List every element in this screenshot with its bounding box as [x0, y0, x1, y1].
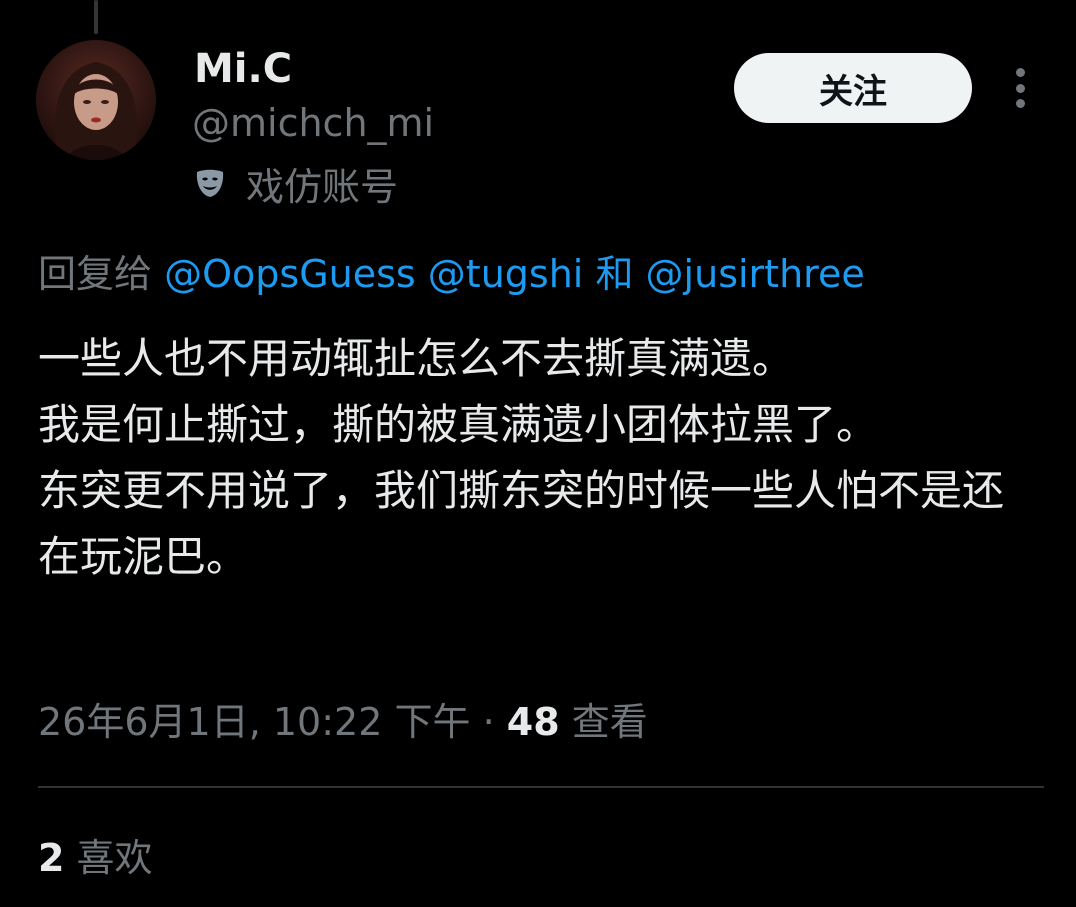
tweet-paragraph: 一些人也不用动辄扯怎么不去撕真满遗。: [38, 334, 795, 383]
avatar[interactable]: [36, 40, 156, 160]
tweet-meta: 26年6月1日, 10:22 下午 · 48 查看: [38, 692, 648, 752]
views-label: 查看: [571, 700, 648, 744]
views-count: 48: [506, 700, 560, 744]
avatar-image: [36, 40, 156, 160]
mention-link[interactable]: @OopsGuess: [164, 252, 416, 296]
reply-conjunction: 和: [595, 252, 634, 296]
author-display-name[interactable]: Mi.C: [194, 44, 292, 94]
likes-label: 喜欢: [76, 836, 153, 880]
likes-count: 2: [38, 836, 65, 880]
tweet-paragraph: 我是何止撕过，撕的被真满遗小团体拉黑了。: [38, 400, 879, 449]
tweet-paragraph: 东突更不用说了，我们撕东突的时候一些人怕不是还在玩泥巴。: [38, 466, 1005, 581]
more-dot: [1015, 83, 1025, 93]
thread-connector-line: [94, 0, 98, 34]
author-handle[interactable]: @michch_mi: [192, 98, 434, 148]
follow-button[interactable]: 关注: [734, 53, 972, 123]
meta-separator: ·: [482, 700, 495, 744]
mention-link[interactable]: @tugshi: [428, 252, 584, 296]
parody-label-text: 戏仿账号: [246, 164, 399, 209]
reply-prefix: 回复给: [38, 252, 153, 296]
more-dot: [1015, 68, 1025, 77]
likes-stat[interactable]: 2 喜欢: [38, 828, 153, 888]
parody-mask-icon: [192, 165, 228, 201]
reply-context: 回复给 @OopsGuess @tugshi 和 @jusirthree: [38, 246, 865, 302]
more-vertical-icon[interactable]: [1000, 62, 1040, 114]
divider: [38, 786, 1044, 788]
parody-account-label: 戏仿账号: [192, 158, 399, 209]
more-dot: [1015, 99, 1025, 108]
tweet-text: 一些人也不用动辄扯怎么不去撕真满遗。 我是何止撕过，撕的被真满遗小团体拉黑了。 …: [38, 326, 1038, 590]
mention-link[interactable]: @jusirthree: [646, 252, 865, 296]
tweet-timestamp[interactable]: 26年6月1日, 10:22 下午: [38, 700, 470, 744]
